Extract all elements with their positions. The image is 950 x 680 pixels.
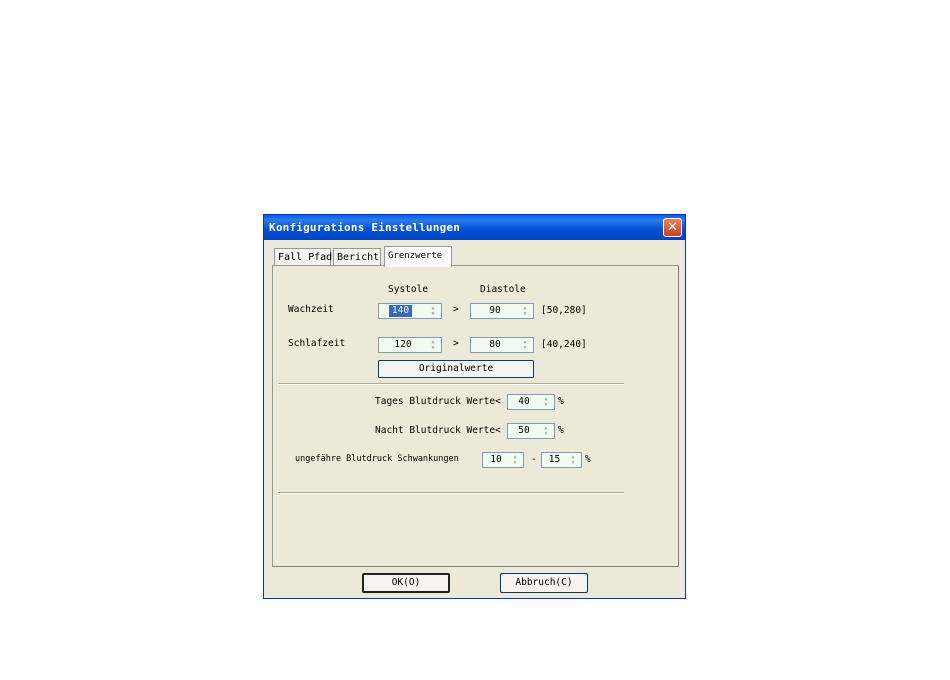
day-percent-sign: % <box>558 396 564 407</box>
sleep-diastole-spinner[interactable]: 80 ▲ ▼ <box>470 337 534 353</box>
spin-arrows-icon[interactable]: ▲ ▼ <box>426 339 440 351</box>
spin-arrows-icon[interactable]: ▲ ▼ <box>566 454 580 466</box>
day-percent-value[interactable]: 40 <box>508 396 540 408</box>
fluctuation-min-value[interactable]: 10 <box>483 454 509 466</box>
reset-defaults-button[interactable]: Originalwerte <box>378 360 534 378</box>
wake-diastole-value[interactable]: 90 <box>471 305 519 317</box>
spin-arrows-icon[interactable]: ▲ ▼ <box>518 339 532 351</box>
fluctuation-max-value[interactable]: 15 <box>542 454 567 466</box>
spin-arrows-icon[interactable]: ▲ ▼ <box>518 305 532 317</box>
ok-button[interactable]: OK(O) <box>362 573 450 593</box>
systole-header: Systole <box>388 284 429 295</box>
night-percent-spinner[interactable]: 50 ▲ ▼ <box>507 423 555 439</box>
cancel-button[interactable]: Abbruch(C) <box>500 573 588 593</box>
tab-fall-pfad[interactable]: Fall Pfad <box>274 248 332 265</box>
night-label: Nacht Blutdruck Werte< <box>375 425 501 436</box>
fluctuation-label: ungefähre Blutdruck Schwankungen <box>295 454 459 464</box>
sleep-diastole-value[interactable]: 80 <box>471 339 519 351</box>
diastole-header: Diastole <box>480 284 526 295</box>
close-icon: ✕ <box>667 220 678 235</box>
fluctuation-max-spinner[interactable]: 15 ▲ ▼ <box>541 452 582 468</box>
day-percent-spinner[interactable]: 40 ▲ ▼ <box>507 394 555 410</box>
spin-arrows-icon[interactable]: ▲ ▼ <box>539 425 553 437</box>
wake-systole-value[interactable]: 140 <box>389 305 412 317</box>
sleep-systole-spinner[interactable]: 120 ▲ ▼ <box>378 337 442 353</box>
title-bar[interactable]: Konfigurations Einstellungen ✕ <box>264 215 685 240</box>
wake-systole-spinner[interactable]: 140 ▲ ▼ <box>378 303 442 319</box>
sleep-systole-value[interactable]: 120 <box>379 339 427 351</box>
tab-panel-grenzwerte: Systole Diastole Wachzeit 140 ▲ ▼ > 90 ▲ ▼… <box>272 265 679 567</box>
spin-arrows-icon[interactable]: ▲ ▼ <box>426 305 440 317</box>
separator <box>278 492 624 494</box>
tab-grenzwerte[interactable]: Grenzwerte <box>384 246 452 267</box>
fluctuation-separator: - <box>531 454 537 465</box>
close-button[interactable]: ✕ <box>663 218 682 237</box>
dialog-title: Konfigurations Einstellungen <box>269 221 461 234</box>
day-label: Tages Blutdruck Werte< <box>375 396 501 407</box>
sleep-label: Schlafzeit <box>288 338 346 349</box>
greater-than-sign: > <box>453 338 459 349</box>
tab-bericht[interactable]: Bericht <box>333 248 381 265</box>
fluctuation-min-spinner[interactable]: 10 ▲ ▼ <box>482 452 524 468</box>
night-percent-value[interactable]: 50 <box>508 425 540 437</box>
sleep-range: [40,240] <box>541 339 587 350</box>
spin-arrows-icon[interactable]: ▲ ▼ <box>539 396 553 408</box>
spin-arrows-icon[interactable]: ▲ ▼ <box>508 454 522 466</box>
wake-label: Wachzeit <box>288 304 334 315</box>
night-percent-sign: % <box>558 425 564 436</box>
separator <box>278 383 624 385</box>
greater-than-sign: > <box>453 304 459 315</box>
config-dialog: Konfigurations Einstellungen ✕ Fall Pfad… <box>263 214 686 599</box>
fluctuation-percent-sign: % <box>585 454 591 465</box>
wake-diastole-spinner[interactable]: 90 ▲ ▼ <box>470 303 534 319</box>
wake-range: [50,280] <box>541 305 587 316</box>
